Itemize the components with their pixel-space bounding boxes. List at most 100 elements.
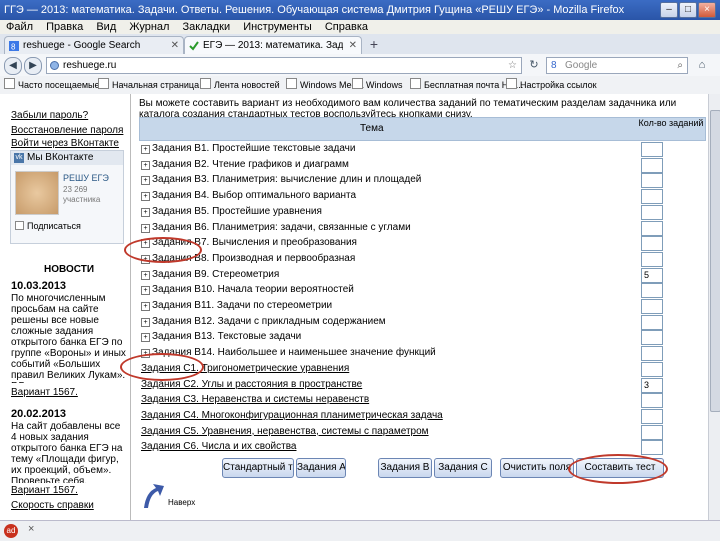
count-input[interactable] xyxy=(641,142,663,157)
clear-fields-button[interactable]: Очистить поля xyxy=(500,458,574,478)
menu-history[interactable]: Журнал xyxy=(129,20,169,34)
task-topic-link[interactable]: Задания С4. Многоконфигурационная планим… xyxy=(141,408,443,424)
forgot-password-link[interactable]: Забыли пароль? xyxy=(11,110,88,121)
task-topic-link[interactable]: Задания С5. Уравнения, неравенства, сист… xyxy=(141,424,429,440)
expand-icon[interactable]: + xyxy=(141,333,150,343)
expand-icon[interactable]: + xyxy=(141,223,150,233)
vk-members-label: участника xyxy=(63,195,101,204)
task-topic-label: Задания В10. Начала теории вероятностей xyxy=(152,284,354,296)
home-icon[interactable]: ⌂ xyxy=(694,57,710,73)
expand-icon[interactable]: + xyxy=(141,270,150,280)
task-topic-link[interactable]: Задания С6. Числа и их свойства xyxy=(141,439,296,455)
task-topic-link[interactable]: + Задания В11. Задачи по стереометрии xyxy=(141,298,332,314)
count-input[interactable]: 5 xyxy=(641,267,663,283)
scrollbar-thumb[interactable] xyxy=(710,110,720,412)
count-input[interactable] xyxy=(641,283,663,299)
menu-tools[interactable]: Инструменты xyxy=(243,20,312,34)
vk-group-name[interactable]: РЕШУ ЕГЭ xyxy=(63,173,109,183)
bookmark-most-visited[interactable]: Часто посещаемые xyxy=(4,76,100,94)
close-icon[interactable]: × xyxy=(28,523,34,535)
bookmark-customize-links[interactable]: Настройка ссылок xyxy=(506,76,597,94)
expand-icon[interactable]: + xyxy=(141,176,150,186)
expand-icon[interactable]: + xyxy=(141,302,150,311)
close-tab-icon[interactable]: ✕ xyxy=(349,37,357,55)
count-input[interactable] xyxy=(641,220,663,236)
new-tab-button[interactable]: + xyxy=(366,36,382,52)
menu-file[interactable]: Файл xyxy=(6,20,33,34)
task-topic-link[interactable]: + Задания В5. Простейшие уравнения xyxy=(141,204,322,220)
task-topic-link[interactable]: + Задания В10. Начала теории вероятностей xyxy=(141,282,354,298)
bookmark-start-page[interactable]: Начальная страница xyxy=(98,76,199,94)
up-arrow-icon[interactable] xyxy=(140,480,166,510)
task-topic-link[interactable]: + Задания В3. Планиметрия: вычисление дли… xyxy=(141,172,421,188)
login-vk-link[interactable]: Войти через ВКонтакте xyxy=(11,138,119,149)
count-input[interactable] xyxy=(641,408,663,424)
search-icon[interactable]: ⌕ xyxy=(677,58,683,73)
bookmark-news-feed[interactable]: Лента новостей xyxy=(200,76,280,94)
count-input[interactable] xyxy=(641,236,663,252)
count-input[interactable] xyxy=(641,157,663,173)
count-input[interactable] xyxy=(641,440,663,456)
restore-password-link[interactable]: Восстановление пароля xyxy=(11,125,123,136)
search-box[interactable]: 8 Google ⌕ xyxy=(546,57,688,74)
menu-edit[interactable]: Правка xyxy=(46,20,83,34)
reload-icon[interactable]: ↻ xyxy=(526,57,542,73)
task-topic-link[interactable]: + Задания В9. Стереометрия xyxy=(141,267,279,283)
task-topic-link[interactable]: + Задания В1. Простейшие текстовые задачи xyxy=(141,141,355,157)
count-input[interactable] xyxy=(641,330,663,346)
tab-reshuege[interactable]: ЕГЭ — 2013: математика. Задачи. Отв... ✕ xyxy=(184,36,362,55)
expand-icon[interactable]: + xyxy=(141,207,150,217)
task-topic-link[interactable]: + Задания В13. Текстовые задачи xyxy=(141,329,301,345)
count-input[interactable] xyxy=(641,346,663,362)
task-topic-link[interactable]: + Задания В4. Выбор оптимального варианта xyxy=(141,188,356,204)
expand-icon[interactable]: + xyxy=(141,145,150,154)
tab-google-search[interactable]: 8 reshuege - Google Search ✕ xyxy=(4,36,184,55)
back-button[interactable]: ◀ xyxy=(4,57,22,75)
count-input[interactable] xyxy=(641,251,663,267)
task-topic-label: Задания В12. Задачи с прикладным содержа… xyxy=(152,315,386,327)
expand-icon[interactable]: + xyxy=(141,192,150,202)
address-bar[interactable]: reshuege.ru ☆ xyxy=(46,57,522,74)
count-input[interactable] xyxy=(641,189,663,205)
bookmark-windows[interactable]: Windows xyxy=(352,76,403,94)
task-topic-label: Задания В4. Выбор оптимального варианта xyxy=(152,190,357,202)
count-input[interactable] xyxy=(641,424,663,440)
news-link[interactable]: Скорость справки xyxy=(11,500,127,511)
standard-test-button[interactable]: Стандартный тест xyxy=(222,458,294,478)
task-topic-link[interactable]: + Задания В12. Задачи с прикладным содерж… xyxy=(141,314,386,330)
menu-bookmarks[interactable]: Закладки xyxy=(183,20,231,34)
tasks-a-button[interactable]: Задания А xyxy=(296,458,346,478)
tasks-b-button[interactable]: Задания В xyxy=(378,458,432,478)
bookmark-star-icon[interactable]: ☆ xyxy=(508,58,517,73)
count-input[interactable] xyxy=(641,361,663,377)
close-window-button[interactable]: × xyxy=(698,2,716,18)
task-topic-link[interactable]: Задания С3. Неравенства и системы нераве… xyxy=(141,392,369,408)
count-input[interactable] xyxy=(641,299,663,314)
task-topic-link[interactable]: + Задания В2. Чтение графиков и диаграмм xyxy=(141,157,349,173)
count-input[interactable]: 3 xyxy=(641,377,663,393)
expand-icon[interactable]: + xyxy=(141,286,150,296)
maximize-button[interactable]: □ xyxy=(679,2,697,18)
minimize-button[interactable]: – xyxy=(660,2,678,18)
url-text: reshuege.ru xyxy=(63,60,117,71)
news-link[interactable]: Вариант 1567. xyxy=(11,387,127,398)
expand-icon[interactable]: + xyxy=(141,317,150,327)
to-top-link[interactable]: Наверх xyxy=(168,498,195,507)
count-input[interactable] xyxy=(641,393,663,409)
close-tab-icon[interactable]: ✕ xyxy=(171,37,179,55)
count-input[interactable] xyxy=(641,204,663,220)
table-row: Задания С6. Числа и их свойства xyxy=(139,439,704,456)
vertical-scrollbar[interactable] xyxy=(708,94,720,520)
task-topic-link[interactable]: + Задания В6. Планиметрия: задачи, связан… xyxy=(141,220,411,236)
count-input[interactable] xyxy=(641,314,663,330)
tasks-c-button[interactable]: Задания С xyxy=(434,458,492,478)
group-avatar[interactable] xyxy=(15,171,59,215)
news-link[interactable]: Вариант 1567. xyxy=(11,485,127,496)
forward-button[interactable]: ▶ xyxy=(24,57,42,75)
menu-help[interactable]: Справка xyxy=(325,20,368,34)
addon-icon[interactable]: ad xyxy=(4,524,18,538)
count-input[interactable] xyxy=(641,173,663,189)
menu-view[interactable]: Вид xyxy=(96,20,116,34)
vk-subscribe-checkbox[interactable]: Подписаться xyxy=(15,221,81,231)
expand-icon[interactable]: + xyxy=(141,160,150,170)
